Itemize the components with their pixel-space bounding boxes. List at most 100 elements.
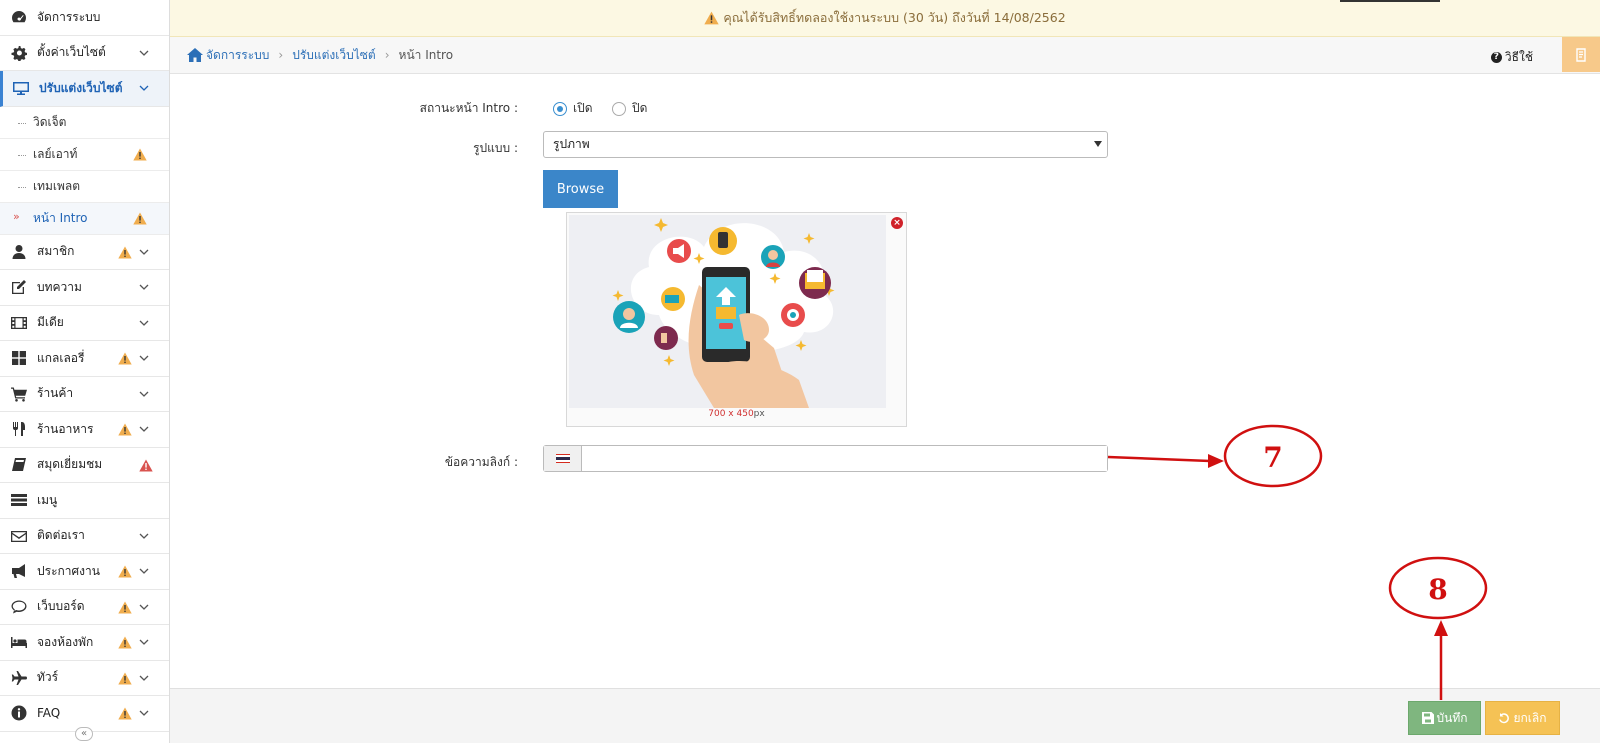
sidebar-item-label: สมาชิก [37, 244, 75, 259]
warning-icon [118, 246, 132, 258]
annotation-circle [1223, 424, 1323, 488]
breadcrumb-link-system[interactable]: จัดการระบบ [206, 46, 269, 65]
sidebar-item-contact[interactable]: ติดต่อเรา [0, 519, 169, 554]
sidebar-item-shop[interactable]: ร้านค้า [0, 377, 169, 412]
chevron-down-icon [139, 391, 149, 397]
sidebar-item-guestbook[interactable]: สมุดเยี่ยมชม [0, 448, 169, 483]
warning-icon [133, 148, 147, 160]
chevron-down-icon [139, 284, 149, 290]
sidebar-item-label: ปรับแต่งเว็บไซต์ [39, 80, 123, 95]
annotation-circle [1388, 556, 1488, 620]
sidebar-item-menu[interactable]: เมนู [0, 483, 169, 519]
remove-image-icon[interactable]: × [891, 217, 903, 229]
sidebar-subitem-label: เทมเพลต [33, 178, 81, 193]
chevron-down-icon [139, 604, 149, 610]
sidebar-item-jobs[interactable]: ประกาศงาน [0, 554, 169, 590]
info-icon [10, 705, 28, 721]
language-flag [544, 446, 582, 471]
chevron-down-icon [139, 639, 149, 645]
sidebar-item-tour[interactable]: ทัวร์ [0, 661, 169, 696]
document-icon [1576, 47, 1586, 62]
sidebar-item-site-settings[interactable]: ตั้งค่าเว็บไซต์ [0, 36, 169, 71]
browse-button[interactable]: Browse [543, 170, 618, 208]
radio-close[interactable]: ปิด [612, 99, 647, 118]
sidebar-item-media[interactable]: มีเดีย [0, 306, 169, 341]
breadcrumb-link-customize[interactable]: ปรับแต่งเว็บไซต์ [292, 46, 376, 65]
radio-dot[interactable] [612, 101, 626, 116]
help-label: วิธีใช้ [1504, 50, 1533, 64]
radio-open[interactable]: เปิด [553, 99, 593, 118]
arrowhead-icon [1208, 454, 1224, 468]
send-message-illustration [569, 215, 886, 408]
chevron-down-icon [139, 320, 149, 326]
gear-icon [10, 45, 28, 61]
radio-dot-selected[interactable] [553, 101, 567, 116]
plane-icon [10, 670, 28, 686]
warning-icon [118, 352, 132, 365]
annotation-number: 8 [1428, 573, 1447, 606]
breadcrumb-separator: › [278, 48, 284, 62]
breadcrumb-separator: › [384, 48, 390, 62]
sidebar-item-label: บทความ [37, 279, 82, 294]
sidebar-item-label: ทัวร์ [37, 670, 59, 685]
style-select[interactable]: รูปภาพ [543, 131, 1108, 158]
sidebar-item-members[interactable]: สมาชิก [0, 235, 169, 270]
film-icon [10, 315, 28, 331]
caret-down-icon [1094, 141, 1102, 147]
notes-button[interactable] [1562, 37, 1600, 72]
home-icon[interactable] [187, 48, 203, 62]
sidebar-item-label: ตั้งค่าเว็บไซต์ [37, 45, 106, 60]
dashboard-icon [10, 9, 28, 25]
link-text-input[interactable] [582, 446, 1107, 471]
warning-icon [704, 11, 720, 25]
chevron-down-icon [139, 50, 149, 56]
style-label: รูปแบบ : [473, 141, 518, 155]
book-icon [10, 457, 28, 473]
warning-icon [118, 707, 132, 720]
chevron-down-icon [139, 568, 149, 574]
trial-notice: คุณได้รับสิทธิ์ทดลองใช้งานระบบ (30 วัน) … [170, 0, 1600, 37]
sidebar-item-label: FAQ [37, 706, 61, 721]
intro-image-preview: 700 x 450px × [566, 212, 907, 427]
chevron-down-icon [139, 675, 149, 681]
user-icon [10, 244, 28, 260]
sidebar-subitem-widget[interactable]: วิดเจ็ต [0, 106, 169, 139]
menu-list-icon [10, 492, 28, 508]
sidebar-item-label: แกลเลอรี่ [37, 350, 85, 365]
sidebar-item-label: จัดการระบบ [37, 9, 101, 24]
sidebar-item-restaurant[interactable]: ร้านอาหาร [0, 412, 169, 448]
sidebar-item-label: ติดต่อเรา [37, 528, 85, 543]
cancel-button[interactable]: ยกเลิก [1485, 701, 1560, 735]
link-text-label: ข้อความลิงก์ : [444, 455, 518, 469]
image-size-hint: 700 x 450px [567, 409, 906, 419]
sidebar-item-customize[interactable]: ปรับแต่งเว็บไซต์ [0, 71, 169, 107]
annotation-number: 7 [1263, 441, 1282, 474]
sidebar-item-gallery[interactable]: แกลเลอรี่ [0, 341, 169, 377]
sidebar-subitem-template[interactable]: เทมเพลต [0, 170, 169, 203]
envelope-icon [10, 528, 28, 544]
save-button-label: บันทึก [1436, 710, 1468, 725]
breadcrumb-current: หน้า Intro [398, 47, 454, 62]
grid-icon [10, 350, 28, 366]
style-select-value: รูปภาพ [553, 137, 590, 151]
sidebar-collapse-button[interactable]: « [75, 727, 93, 741]
sidebar-item-dashboard[interactable]: จัดการระบบ [0, 0, 169, 36]
annotation-arrow [1107, 455, 1211, 463]
sidebar-item-booking[interactable]: จองห้องพัก [0, 625, 169, 661]
sidebar-item-label: สมุดเยี่ยมชม [37, 457, 103, 472]
sidebar-item-webboard[interactable]: เว็บบอร์ด [0, 590, 169, 625]
arrowhead-icon [1434, 620, 1448, 636]
sidebar-item-articles[interactable]: บทความ [0, 270, 169, 306]
edit-icon [10, 279, 28, 295]
sidebar-item-label: จองห้องพัก [37, 634, 94, 649]
save-button[interactable]: บันทึก [1408, 701, 1481, 735]
undo-icon [1499, 713, 1510, 724]
chevron-down-icon [139, 249, 149, 255]
radio-close-label: ปิด [632, 101, 648, 115]
sidebar-subitem-layout[interactable]: เลย์เอาท์ [0, 138, 169, 171]
comments-icon [10, 599, 28, 615]
cart-icon [10, 386, 28, 402]
sidebar-subitem-intro[interactable]: หน้า Intro [0, 202, 169, 235]
breadcrumb: จัดการระบบ › ปรับแต่งเว็บไซต์ › หน้า Int… [170, 37, 1600, 74]
help-link[interactable]: ? วิธีใช้ [1490, 48, 1533, 67]
